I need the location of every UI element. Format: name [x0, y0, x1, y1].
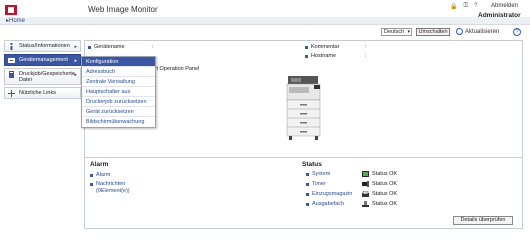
menu-item-power-off[interactable]: Hauptschalter aus	[82, 87, 155, 97]
home-link[interactable]: ▸Home	[6, 17, 25, 24]
home-bar: ▸Home	[0, 17, 530, 25]
language-select[interactable]: Deutsch ▾	[381, 28, 412, 36]
sidebar-item-status[interactable]: Status/Informationen ▸	[4, 40, 81, 52]
sidebar-item-useful-links[interactable]: Nützliche Links	[4, 87, 81, 99]
sidebar-item-print-job[interactable]: Druckjob/Gespeicherte Datei ▸	[4, 68, 81, 85]
menu-item-reset-printer-job[interactable]: Druckerjob zurücksetzen	[82, 97, 155, 107]
ricoh-logo-icon	[5, 5, 17, 15]
section-divider	[84, 157, 523, 158]
menu-item-configuration[interactable]: Konfiguration	[82, 57, 155, 67]
key-icon[interactable]: ⚿	[463, 3, 468, 10]
status-name[interactable]: Einzugsmagazin	[306, 191, 362, 197]
chevron-down-icon: ▾	[407, 29, 410, 35]
top-icons: 🔒 ⚿ ?	[450, 3, 477, 10]
menu-item-reset-device[interactable]: Gerät zurücksetzen	[82, 107, 155, 117]
lock-icon[interactable]: 🔒	[450, 3, 457, 10]
comment-label: Kommentar	[311, 44, 340, 50]
status-row-toner: Toner Status OK	[306, 181, 397, 187]
printer-image	[286, 76, 321, 140]
refresh-icon	[456, 28, 463, 35]
menu-item-central-management[interactable]: Zentrale Verwaltung	[82, 77, 155, 87]
help-icon[interactable]: ?	[474, 3, 477, 10]
hostname-value: :	[365, 53, 367, 59]
device-management-menu: Konfiguration Adressbuch Zentrale Verwal…	[81, 56, 156, 128]
menu-item-screen-monitoring[interactable]: Bildschirmüberwachung	[82, 117, 155, 127]
print-job-icon	[9, 71, 14, 78]
bullet-icon	[90, 173, 93, 177]
hostname-row: Hostname :	[305, 53, 367, 59]
device-name-value: :	[152, 44, 154, 50]
status-name-label[interactable]: Einzugsmagazin	[312, 191, 352, 197]
status-name-label[interactable]: System	[312, 171, 330, 177]
bullet-icon	[306, 202, 309, 206]
refresh-label[interactable]: Aktualisieren	[465, 29, 499, 35]
sidebar-item-label: Gerätemanagement	[19, 57, 68, 63]
language-value: Deutsch	[384, 29, 405, 35]
sidebar-item-label: Nützliche Links	[19, 90, 56, 96]
help-button[interactable]: ?	[513, 28, 521, 36]
output-tray-icon	[362, 201, 369, 207]
status-title: Status	[302, 161, 322, 168]
status-name[interactable]: Toner	[306, 181, 362, 187]
status-row-system: System Status OK	[306, 171, 397, 177]
sidebar: Status/Informationen ▸ Gerätemanagement …	[4, 40, 81, 101]
home-link-label[interactable]: Home	[9, 18, 25, 24]
status-name[interactable]: Ausgabefach	[306, 201, 362, 207]
refresh-button[interactable]: Aktualisieren	[456, 28, 499, 35]
bullet-icon	[306, 192, 309, 196]
comment-row: Kommentar :	[305, 44, 367, 50]
bullet-icon	[306, 172, 309, 176]
device-icon	[8, 58, 15, 63]
status-value: Status OK	[372, 191, 398, 197]
status-value: Status OK	[372, 181, 398, 187]
status-value: Status OK	[372, 201, 398, 207]
comment-value: :	[365, 44, 367, 50]
bullet-icon	[305, 45, 308, 49]
switch-language-button[interactable]: Umschalten	[416, 28, 450, 36]
menu-item-address-book[interactable]: Adressbuch	[82, 67, 155, 77]
status-name[interactable]: System	[306, 171, 362, 177]
status-name-label[interactable]: Toner	[312, 181, 326, 187]
paper-tray-icon	[362, 191, 369, 197]
sidebar-item-device-management[interactable]: Gerätemanagement ▸	[4, 54, 81, 66]
app-title: Web Image Monitor	[88, 5, 158, 14]
alarm-link[interactable]: Alarm	[90, 172, 110, 178]
link-icon	[8, 90, 15, 97]
alarm-link-label[interactable]: Alarm	[96, 172, 110, 178]
chevron-right-icon: ▸	[74, 44, 77, 50]
bullet-icon	[88, 45, 91, 49]
sidebar-item-label: Status/Informationen	[19, 43, 70, 49]
status-name-label[interactable]: Ausgabefach	[312, 201, 344, 207]
messages-link[interactable]: Nachrichten	[90, 181, 125, 187]
chevron-right-icon: ▸	[74, 72, 77, 78]
toolbar: Deutsch ▾ Umschalten Aktualisieren ?	[0, 26, 530, 38]
hostname-label: Hostname	[311, 53, 337, 59]
status-row-output-tray: Ausgabefach Status OK	[306, 201, 397, 207]
logout-link[interactable]: Abmelden	[491, 3, 518, 9]
sidebar-item-label: Druckjob/Gespeicherte Datei	[19, 70, 75, 83]
toner-icon	[362, 181, 369, 187]
bullet-icon	[305, 54, 308, 58]
messages-link-label[interactable]: Nachrichten	[96, 181, 125, 187]
device-name-label: Gerätename	[94, 44, 125, 50]
check-details-button[interactable]: Details überprüfen	[453, 216, 513, 225]
device-name-row: Gerätename :	[88, 44, 154, 50]
alarm-title: Alarm	[90, 161, 109, 168]
status-value: Status OK	[372, 171, 398, 177]
info-icon	[10, 43, 13, 50]
bullet-icon	[90, 182, 93, 186]
messages-count[interactable]: (0Element(e))	[96, 188, 130, 194]
status-row-input-tray: Einzugsmagazin Status OK	[306, 191, 397, 197]
system-ok-icon	[362, 171, 369, 177]
chevron-right-icon: ▸	[74, 58, 77, 64]
bullet-icon	[306, 182, 309, 186]
